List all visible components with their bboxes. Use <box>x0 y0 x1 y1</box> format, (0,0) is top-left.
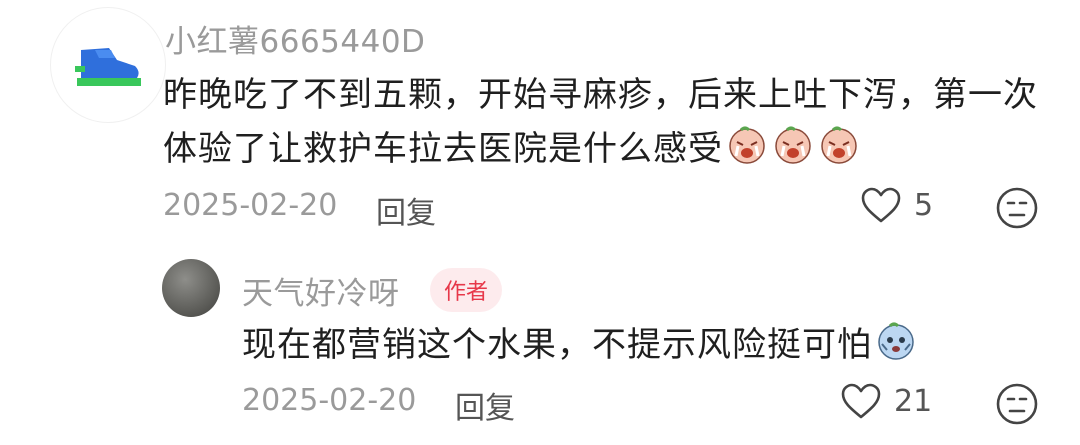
username[interactable]: 小红薯6665440D <box>165 16 425 61</box>
username[interactable]: 天气好冷呀 <box>242 268 400 313</box>
crying-face-icon <box>729 126 765 164</box>
author-badge: 作者 <box>430 268 503 312</box>
dislike-button[interactable] <box>995 382 1039 430</box>
comment-text: 昨晚吃了不到五颗，开始寻麻疹，后来上吐下泻，第一次 体验了让救护车拉去医院是什么… <box>163 68 1038 176</box>
neutral-face-icon <box>996 187 1038 229</box>
crying-face-icon <box>775 126 811 164</box>
avatar[interactable] <box>50 7 166 123</box>
like-count: 5 <box>914 187 934 223</box>
comment-date: 2025-02-20 <box>242 383 417 418</box>
sneaker-icon <box>75 48 141 86</box>
comment-date: 2025-02-20 <box>163 188 338 223</box>
like-count: 21 <box>894 383 933 419</box>
heart-icon <box>841 383 881 419</box>
like-button[interactable]: 21 <box>840 382 932 420</box>
reply-button[interactable]: 回复 <box>376 188 436 232</box>
comment-text-line: 体验了让救护车拉去医院是什么感受 <box>163 129 723 169</box>
crying-face-icon <box>821 126 857 164</box>
heart-icon <box>861 187 901 223</box>
avatar[interactable] <box>162 259 220 317</box>
comment-text-line: 现在都营销这个水果，不提示风险挺可怕 <box>242 325 872 365</box>
comment-text-line: 昨晚吃了不到五颗，开始寻麻疹，后来上吐下泻，第一次 <box>163 75 1038 115</box>
neutral-face-icon <box>996 383 1038 425</box>
scared-face-icon <box>878 322 914 360</box>
comment-text: 现在都营销这个水果，不提示风险挺可怕 <box>242 318 918 372</box>
dislike-button[interactable] <box>995 186 1039 234</box>
reply-button[interactable]: 回复 <box>455 383 515 427</box>
comment-text-line-wrapper: 体验了让救护车拉去医院是什么感受 <box>163 122 1038 176</box>
like-button[interactable]: 5 <box>860 186 933 224</box>
